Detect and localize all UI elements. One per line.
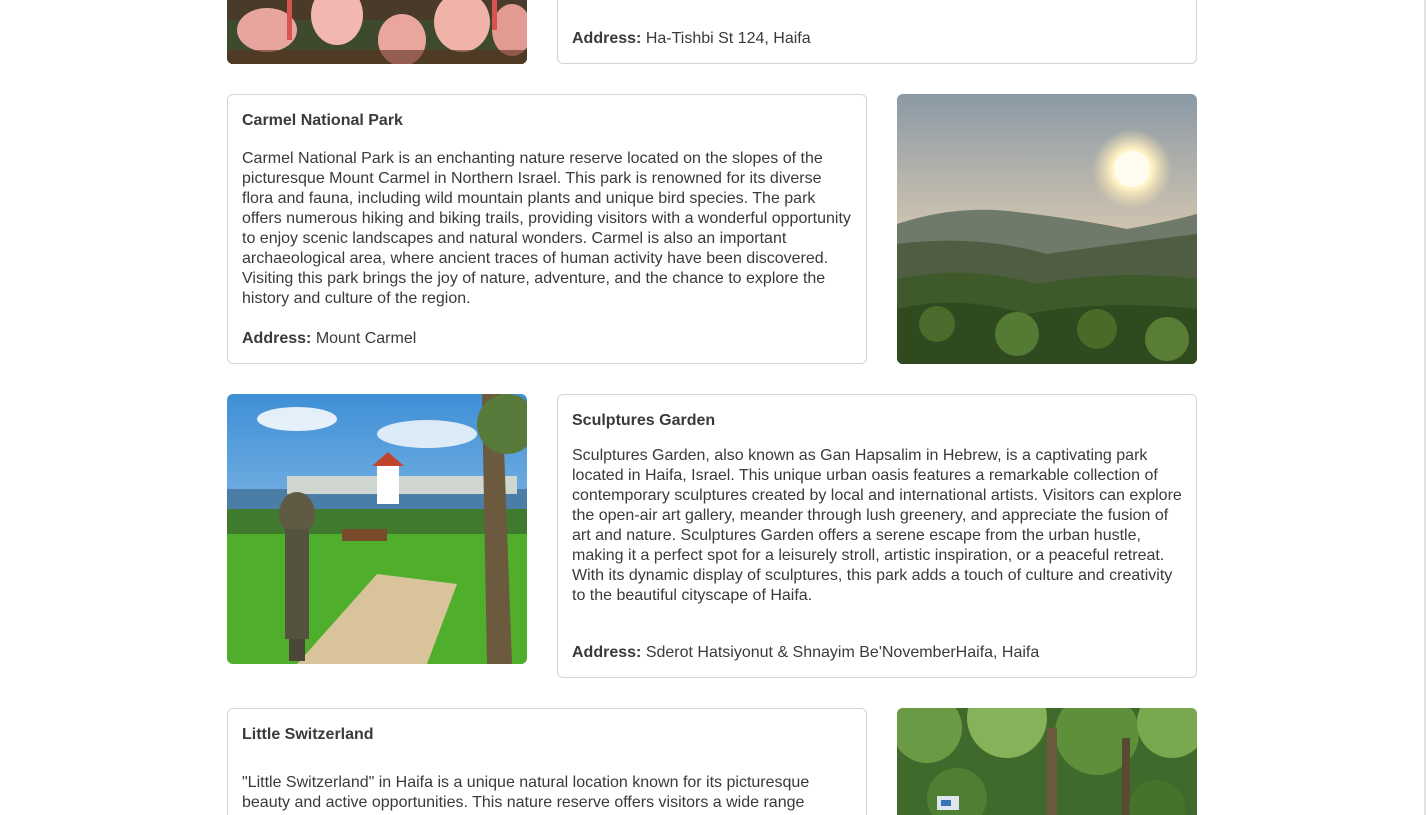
card-title: Little Switzerland <box>242 726 374 743</box>
address-value: Sderot Hatsiyonut & Shnayim Be'NovemberH… <box>645 644 1040 661</box>
address-label: Address: <box>572 644 642 661</box>
card-address: Address: Sderot Hatsiyonut & Shnayim Be'… <box>572 644 1039 662</box>
attractions-page: Address: Ha-Tishbi St 124, Haifa Carmel … <box>0 0 1426 815</box>
address-label: Address: <box>572 30 642 47</box>
address-value: Mount Carmel <box>315 330 417 347</box>
card-title: Sculptures Garden <box>572 412 716 429</box>
attraction-card-switzerland: Little Switzerland "Little Switzerland" … <box>227 708 867 815</box>
address-label: Address: <box>242 330 312 347</box>
card-address: Address: Ha-Tishbi St 124, Haifa <box>572 30 811 48</box>
little-switzerland-photo <box>897 708 1197 815</box>
card-address: Address: Mount Carmel <box>242 330 416 348</box>
attraction-card-sculptures: Sculptures Garden Sculptures Garden, als… <box>557 394 1197 678</box>
card-title: Carmel National Park <box>242 112 403 129</box>
attraction-card-top: Address: Ha-Tishbi St 124, Haifa <box>557 0 1197 64</box>
flamingo-photo <box>227 0 527 64</box>
carmel-park-photo <box>897 94 1197 364</box>
sculptures-garden-photo <box>227 394 527 664</box>
card-description: Carmel National Park is an enchanting na… <box>242 150 851 307</box>
card-description: "Little Switzerland" in Haifa is a uniqu… <box>242 774 810 811</box>
card-description: Sculptures Garden, also known as Gan Hap… <box>572 447 1182 604</box>
address-value: Ha-Tishbi St 124, Haifa <box>645 30 811 47</box>
attraction-card-carmel: Carmel National Park Carmel National Par… <box>227 94 867 364</box>
